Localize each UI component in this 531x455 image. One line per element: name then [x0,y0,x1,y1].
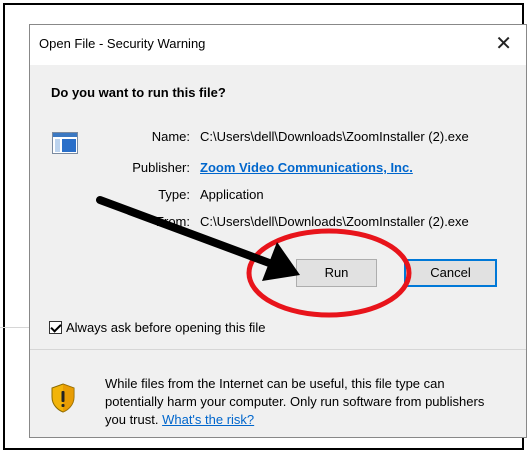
field-value: Application [200,187,264,202]
cancel-button[interactable]: Cancel [404,259,497,287]
field-value: C:\Users\dell\Downloads\ZoomInstaller (2… [200,214,469,229]
warning-shield-icon [51,383,75,413]
publisher-link[interactable]: Zoom Video Communications, Inc. [200,160,413,175]
always-ask-checkbox[interactable] [49,321,62,334]
field-label: Name: [151,129,190,144]
warning-text: While files from the Internet can be use… [105,375,485,429]
field-label: Type: [158,187,190,202]
dialog-title: Open File - Security Warning [39,36,206,51]
whats-the-risk-link[interactable]: What's the risk? [162,412,254,427]
run-question: Do you want to run this file? [51,85,226,100]
security-warning-dialog: Open File - Security Warning ✕ Do you wa… [29,24,527,438]
close-icon[interactable]: ✕ [495,31,512,56]
warning-footer: While files from the Internet can be use… [30,350,526,437]
background-divider [0,327,29,328]
always-ask-label[interactable]: Always ask before opening this file [66,320,265,335]
field-label: Publisher: [132,160,190,175]
field-value: C:\Users\dell\Downloads\ZoomInstaller (2… [200,129,469,144]
field-label: From: [156,214,190,229]
title-bar: Open File - Security Warning ✕ [30,25,526,65]
run-button[interactable]: Run [296,259,377,287]
